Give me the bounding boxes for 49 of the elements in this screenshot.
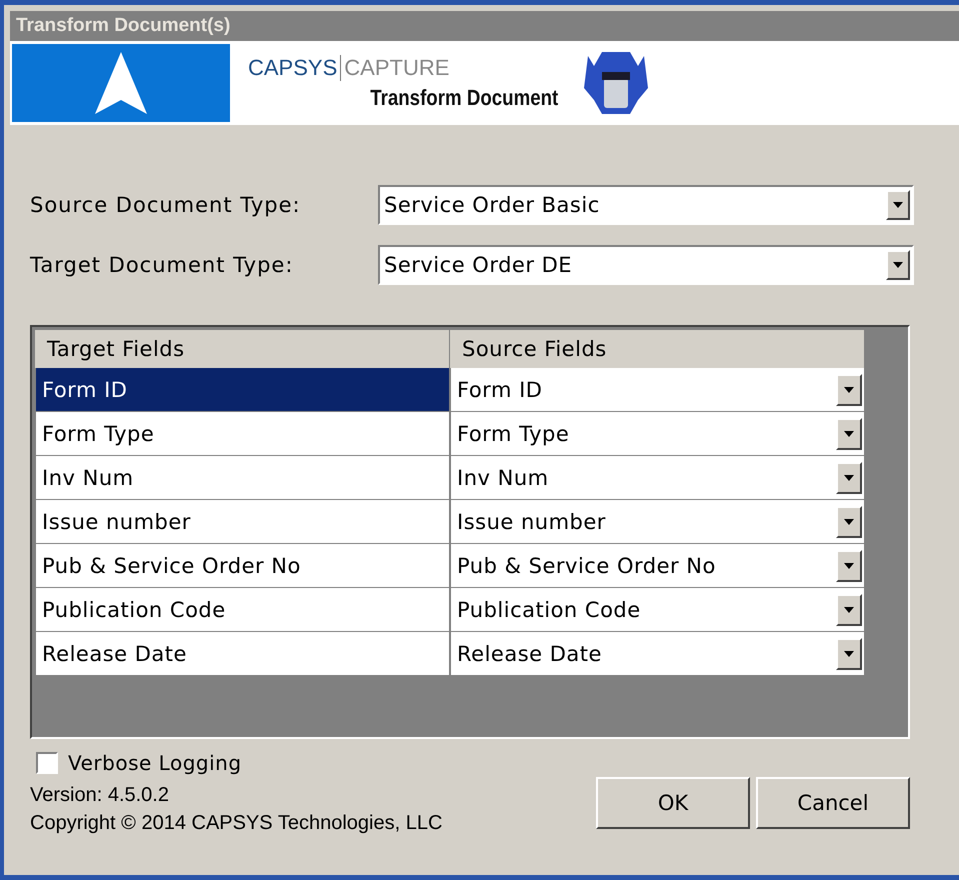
dialog-button[interactable]: OK — [596, 777, 750, 829]
table-cell[interactable]: Publication Code — [35, 588, 450, 632]
verbose-logging-checkbox[interactable]: Verbose Logging — [36, 751, 442, 775]
field-label: Source Document Type: — [30, 193, 302, 217]
dropdown-button[interactable] — [836, 506, 862, 538]
field-label: Target Document Type: — [30, 253, 294, 277]
table-cell[interactable]: Form Type — [35, 412, 450, 456]
caret-icon — [844, 606, 854, 612]
table-cell[interactable]: Inv Num — [35, 456, 450, 500]
dropdown-button[interactable] — [836, 374, 862, 406]
dropdown-cell[interactable]: Pub & Service Order No — [450, 544, 865, 588]
caret-icon — [844, 650, 854, 656]
dropdown-button[interactable] — [886, 190, 910, 220]
dropdown-field[interactable]: Service Order DE — [378, 245, 914, 285]
brand-name: CAPSYS — [248, 55, 338, 81]
caret-icon — [844, 386, 854, 392]
window-title: Transform Document(s) — [16, 15, 230, 37]
caret-icon — [893, 262, 903, 268]
table-cell[interactable]: Release Date — [35, 632, 450, 676]
checkbox[interactable] — [36, 752, 58, 774]
dropdown-button[interactable] — [886, 250, 910, 280]
table-cell[interactable]: Pub & Service Order No — [35, 544, 450, 588]
dropdown-field[interactable]: Service Order Basic — [378, 185, 914, 225]
caret-icon — [893, 202, 903, 208]
table-cell[interactable]: Issue number — [35, 500, 450, 544]
caret-icon — [844, 474, 854, 480]
dropdown-cell[interactable]: Issue number — [450, 500, 865, 544]
dropdown-cell[interactable]: Release Date — [450, 632, 865, 676]
dropdown-cell[interactable]: Form ID — [450, 368, 865, 412]
banner-subtitle: Transform Document — [370, 85, 558, 111]
dialog-button[interactable]: Cancel — [756, 777, 910, 829]
dropdown-button[interactable] — [836, 594, 862, 626]
caret-icon — [844, 518, 854, 524]
column-header[interactable]: Target Fields — [35, 330, 450, 368]
dropdown-button[interactable] — [836, 418, 862, 450]
arrow-logo-icon — [93, 50, 149, 116]
dropdown-button[interactable] — [836, 462, 862, 494]
dropdown-button[interactable] — [836, 550, 862, 582]
dropdown-cell[interactable]: Inv Num — [450, 456, 865, 500]
column-header[interactable]: Source Fields — [450, 330, 865, 368]
caret-icon — [844, 562, 854, 568]
dropdown-cell[interactable]: Form Type — [450, 412, 865, 456]
dropdown-button[interactable] — [836, 638, 862, 670]
dropdown-cell[interactable]: Publication Code — [450, 588, 865, 632]
table-cell[interactable]: Form ID — [35, 368, 450, 412]
caret-icon — [844, 430, 854, 436]
version-text: Version: 4.5.0.2 — [30, 783, 170, 808]
copyright-text: Copyright © 2014 CAPSYS Technologies, LLC — [30, 811, 442, 836]
product-name: CAPTURE — [344, 55, 450, 81]
